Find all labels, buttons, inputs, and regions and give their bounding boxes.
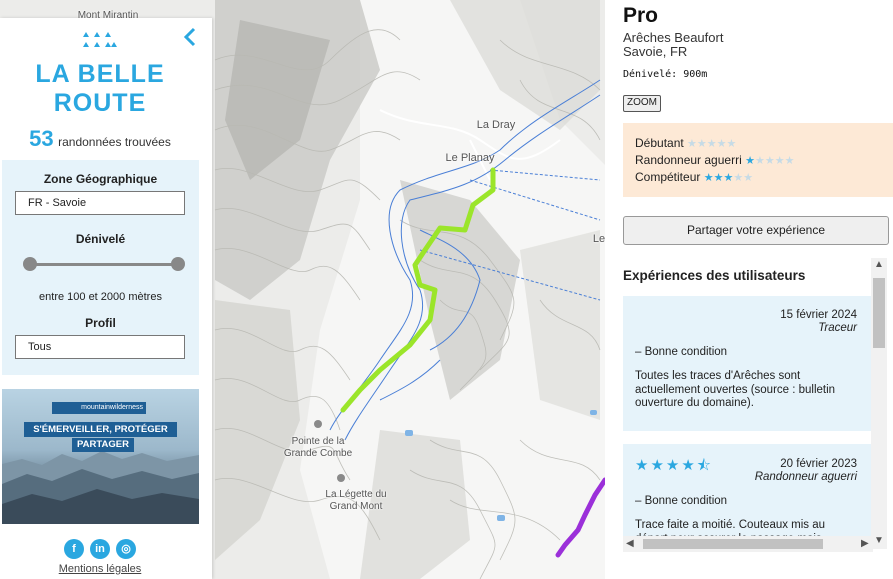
scroll-up-icon[interactable]: ▲ [874,259,884,270]
legal-link[interactable]: Mentions légales [0,563,200,575]
logo-triangles-icon [83,32,117,47]
star-filled-icon: ★ [723,172,734,184]
route-title: Pro [623,4,659,27]
horizontal-scrollbar[interactable]: ◀ ▶ [623,536,873,552]
level-stars: ★★★★★ [687,138,736,150]
experience-condition: – Bonne condition [635,346,728,358]
linkedin-icon[interactable]: in [90,539,110,559]
map-label-le: Le [592,233,606,245]
map-label-le-planay: Le Planay [445,152,495,164]
star-empty-icon: ★ [706,138,717,150]
level-row: Débutant ★★★★★ [635,136,736,150]
experience-card: 15 février 2024 Traceur – Bonne conditio… [623,296,871,431]
map-label-pointe-grande-combe: Pointe de la Grande Combe [283,436,353,459]
star-filled-icon: ★ [713,172,724,184]
experience-role: Randonneur aguerri [754,471,857,483]
chevron-left-icon [183,27,196,47]
level-stars: ★★★★★ [745,155,794,167]
scroll-right-icon[interactable]: ▶ [861,538,869,549]
vertical-scrollbar[interactable]: ▲ ▼ [871,258,887,549]
denivele-label: Dénivelé [75,232,126,246]
experience-text: Toutes les traces d'Arêches sont actuell… [635,370,836,409]
result-count-number: 53 [29,126,54,151]
difficulty-levels: Débutant ★★★★★ Randonneur aguerri ★★★★★ … [623,123,893,197]
ad-banner[interactable]: mountainwilderness S'ÉMERVEILLER, PROTÉG… [2,389,199,524]
denivele-slider-max-thumb[interactable] [171,257,185,271]
logo-text-line2: ROUTE [53,89,147,117]
route-location-line1: Arêches Beaufort [623,30,724,45]
star-empty-icon: ★ [733,172,744,184]
denivele-range-text: entre 100 et 2000 mètres [39,291,162,303]
profil-select[interactable]: Tous [15,335,185,359]
filters-panel: Zone Géographique FR - Savoie Dénivelé e… [2,160,199,375]
level-row: Compétiteur ★★★★★ [635,170,753,184]
experience-rating-stars: ★★★★⯪ [635,457,713,474]
map-label-legette-grand-mont: La Légette du Grand Mont [325,489,387,512]
star-empty-icon: ★ [726,138,737,150]
ad-headline: S'ÉMERVEILLER, PROTÉGER [24,422,177,437]
scroll-left-icon[interactable]: ◀ [626,538,634,549]
star-empty-icon: ★ [716,138,727,150]
level-stars: ★★★★★ [704,172,753,184]
denivele-slider-track[interactable] [29,263,178,266]
experience-role: Traceur [818,322,857,334]
collapse-sidebar-button[interactable] [182,26,202,50]
star-empty-icon: ★ [754,155,765,167]
vertical-scroll-thumb[interactable] [873,278,885,348]
facebook-icon[interactable]: f [64,539,84,559]
star-empty-icon: ★ [764,155,775,167]
zone-select[interactable]: FR - Savoie [15,191,185,215]
map-label-la-dray: La Dray [476,119,516,131]
level-row: Randonneur aguerri ★★★★★ [635,153,794,167]
experience-card: ★★★★⯪ 20 février 2023 Randonneur aguerri… [623,444,871,536]
level-label: Randonneur aguerri [635,153,742,167]
zoom-button[interactable]: ZOOM [623,95,661,112]
star-empty-icon: ★ [687,138,697,150]
experience-date: 20 février 2023 [780,458,857,470]
star-empty-icon: ★ [774,155,785,167]
profil-label: Profil [85,316,116,330]
experiences-list[interactable]: 15 février 2024 Traceur – Bonne conditio… [623,296,871,536]
experience-text: Trace faite a moitié. Couteaux mis au dé… [635,519,826,536]
ad-subline: PARTAGER [72,438,134,452]
result-count: 53 randonnées trouvées [0,126,200,152]
star-filled-icon: ★ [703,172,714,184]
experiences-title: Expériences des utilisateurs [623,268,806,283]
route-location-line2: Savoie, FR [623,44,688,59]
share-experience-button[interactable]: Partager votre expérience [623,216,889,245]
logo-text-line1: LA BELLE [35,60,165,88]
experience-condition: – Bonne condition [635,495,728,507]
sidebar: LA BELLE ROUTE 53 randonnées trouvées Zo… [0,18,212,579]
experience-date: 15 février 2024 [780,309,857,321]
horizontal-scroll-thumb[interactable] [643,539,823,549]
result-count-text: randonnées trouvées [58,135,171,149]
ad-brand: mountainwilderness [52,402,146,414]
star-empty-icon: ★ [696,138,707,150]
level-label: Compétiteur [635,170,701,184]
denivele-slider-min-thumb[interactable] [23,257,37,271]
star-empty-icon: ★ [784,155,795,167]
route-detail-panel: Pro Arêches Beaufort Savoie, FR Dénivelé… [605,0,893,579]
star-empty-icon: ★ [743,172,754,184]
instagram-icon[interactable]: ◎ [116,539,136,559]
route-denivele: Dénivelé: 900m [623,69,708,80]
zone-label: Zone Géographique [43,172,158,186]
star-filled-icon: ★ [745,155,755,167]
scroll-down-icon[interactable]: ▼ [874,535,884,546]
level-label: Débutant [635,136,684,150]
